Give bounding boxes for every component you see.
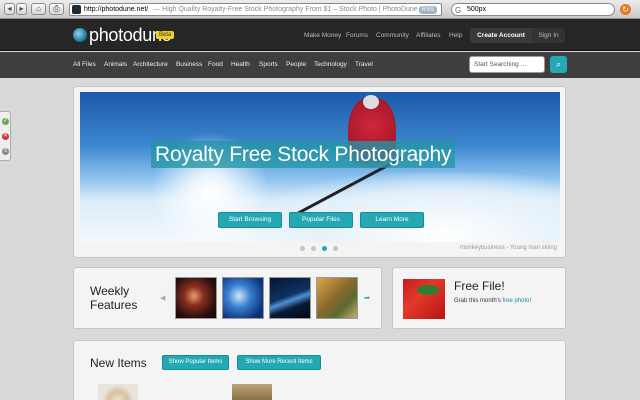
featured-thumbnail[interactable] — [222, 277, 264, 319]
new-items-panel: New Items Show Popular Items Show More R… — [73, 340, 566, 400]
hero-image[interactable]: Royalty Free Stock Photography Start Bro… — [80, 92, 560, 242]
block-icon[interactable]: ✕ — [2, 133, 9, 140]
weekly-title-line1: Weekly — [90, 284, 130, 298]
slide-dot[interactable] — [333, 246, 338, 251]
featured-thumbnail[interactable] — [316, 277, 358, 319]
featured-thumbnail[interactable] — [269, 277, 311, 319]
category-health[interactable]: Health — [231, 61, 250, 68]
url-text: http://photodune.net/ — [84, 6, 149, 13]
hero-slider: Royalty Free Stock Photography Start Bro… — [73, 86, 566, 258]
browser-search-field[interactable]: G 500px — [451, 3, 615, 16]
back-arrow-icon[interactable]: ◂ — [4, 3, 15, 15]
free-file-panel: Free File! Grab this month's free photo! — [392, 267, 566, 329]
search-engine-icon: G — [455, 6, 462, 15]
nav-link-forums[interactable]: Forums — [346, 32, 368, 39]
nav-link-help[interactable]: Help — [449, 32, 462, 39]
new-items-title: New Items — [90, 356, 147, 370]
new-item-thumbnail[interactable] — [98, 384, 138, 400]
weekly-features-title: Weekly Features — [90, 284, 150, 312]
category-sports[interactable]: Sports — [259, 61, 278, 68]
free-photo-link[interactable]: free photo! — [503, 298, 532, 304]
nav-link-community[interactable]: Community — [376, 32, 409, 39]
beta-badge: Beta — [156, 31, 175, 39]
print-icon[interactable]: ⎙ — [49, 3, 64, 15]
rss-badge[interactable]: RSS — [418, 6, 437, 14]
weekly-title-line2: Features — [90, 298, 138, 312]
popular-files-button[interactable]: Popular Files — [289, 212, 353, 228]
extension-strip: ✓ ✕ ≡ — [0, 111, 11, 161]
start-browsing-button[interactable]: Start Browsing — [218, 212, 282, 228]
category-architecture[interactable]: Architecture — [133, 61, 168, 68]
skier-helmet — [363, 95, 379, 109]
next-arrow-icon[interactable]: ➡ — [364, 294, 370, 302]
forward-arrow-icon[interactable]: ▸ — [16, 3, 27, 15]
category-technology[interactable]: Technology — [314, 61, 347, 68]
browser-search-query: 500px — [467, 6, 487, 13]
home-icon[interactable]: ⌂ — [31, 3, 46, 15]
free-file-title: Free File! — [454, 279, 505, 293]
ornament-shape — [417, 285, 439, 295]
featured-thumbnail[interactable] — [175, 277, 217, 319]
learn-more-button[interactable]: Learn More — [360, 212, 424, 228]
new-item-thumbnail[interactable] — [232, 384, 272, 400]
logo-mark-icon — [73, 28, 87, 42]
slide-dot-active[interactable] — [322, 246, 327, 251]
create-account-button[interactable]: Create Account — [470, 28, 532, 43]
free-file-text: Grab this month's free photo! — [454, 298, 531, 304]
prev-arrow-icon[interactable]: ◀ — [160, 294, 165, 302]
category-travel[interactable]: Travel — [355, 61, 373, 68]
category-nav: All Files Animals Architecture Business … — [0, 52, 640, 78]
category-business[interactable]: Business — [176, 61, 202, 68]
site-header: photodune Beta Make Money Forums Communi… — [0, 19, 640, 51]
nav-link-make-money[interactable]: Make Money — [304, 32, 341, 39]
sign-in-button[interactable]: Sign In — [532, 28, 565, 43]
browser-toolbar: ◂ ▸ ⌂ ⎙ + http://photodune.net/ — High Q… — [0, 0, 640, 19]
show-popular-items-button[interactable]: Show Popular Items — [162, 355, 229, 370]
site-search-input[interactable]: Start Searching ... — [469, 56, 545, 73]
favicon — [72, 5, 81, 14]
slide-dot[interactable] — [300, 246, 305, 251]
tool-icon[interactable]: ≡ — [2, 148, 9, 155]
check-icon[interactable]: ✓ — [2, 118, 9, 125]
category-food[interactable]: Food — [208, 61, 223, 68]
page-title-text: — High Quality Royalty-Free Stock Photog… — [153, 6, 418, 13]
address-bar[interactable]: http://photodune.net/ — High Quality Roy… — [69, 3, 442, 16]
hero-title: Royalty Free Stock Photography — [151, 141, 456, 168]
show-recent-items-button[interactable]: Show More Recent Items — [237, 355, 321, 370]
stop-reload-icon[interactable]: ↻ — [620, 4, 631, 15]
free-file-thumbnail[interactable] — [403, 279, 445, 319]
weekly-features-panel: Weekly Features ◀ ➡ — [73, 267, 382, 329]
snow-spray — [250, 172, 560, 242]
free-file-prefix: Grab this month's — [454, 298, 503, 304]
category-animals[interactable]: Animals — [104, 61, 127, 68]
category-people[interactable]: People — [286, 61, 306, 68]
search-icon[interactable]: ⌕ — [550, 56, 567, 73]
category-all-files[interactable]: All Files — [73, 61, 96, 68]
nav-link-affiliates[interactable]: Affiliates — [416, 32, 440, 39]
hero-caption: monkeybusiness - Young man skiing — [459, 245, 557, 251]
slide-dot[interactable] — [311, 246, 316, 251]
